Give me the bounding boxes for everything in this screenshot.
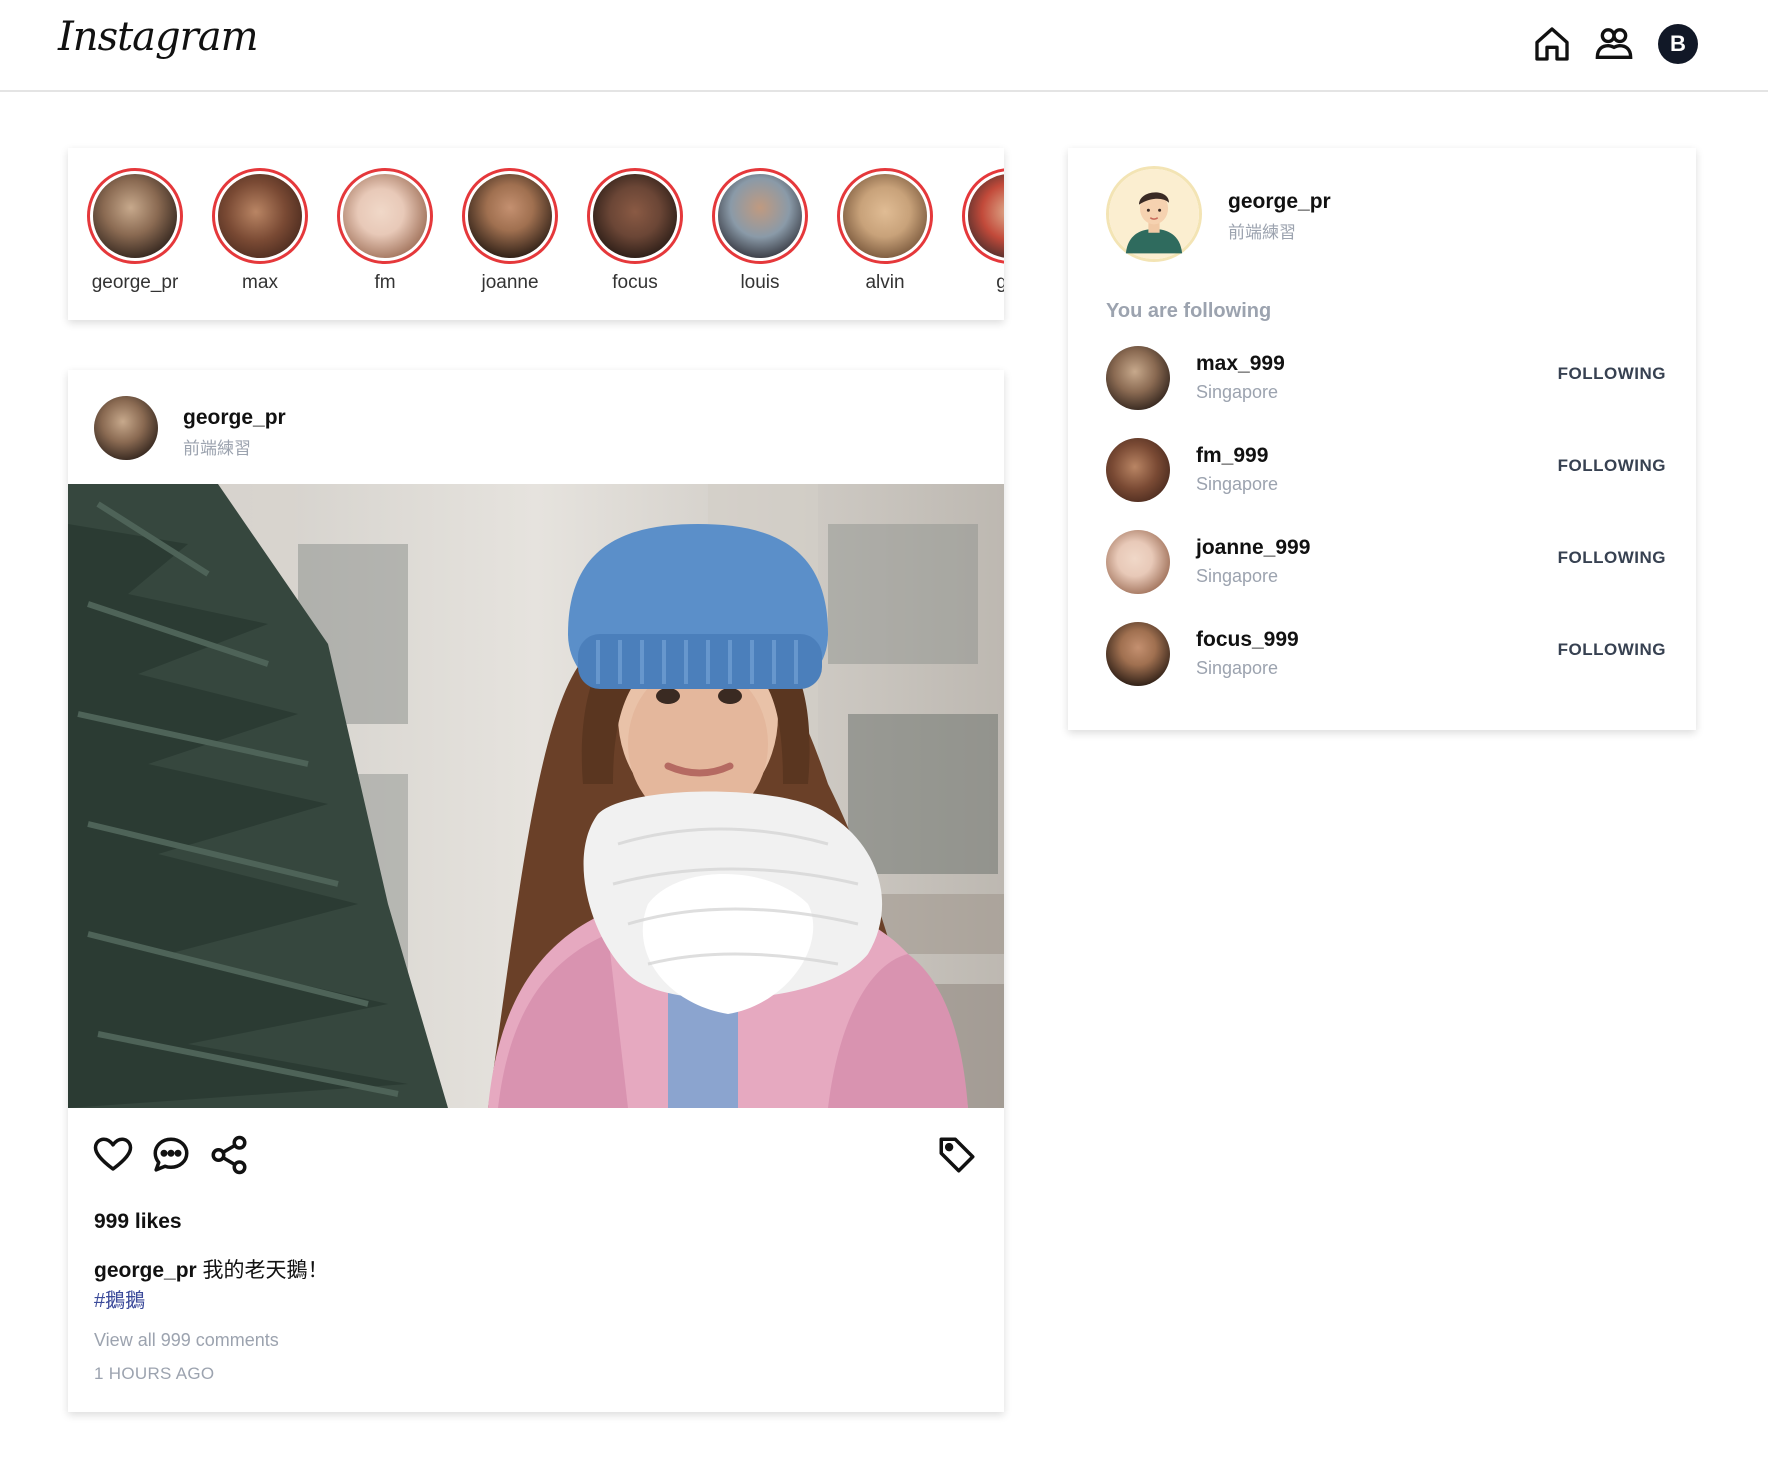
following-avatar[interactable] bbox=[1106, 346, 1170, 410]
hashtag-link[interactable]: #鵝鵝 bbox=[94, 1284, 145, 1313]
following-name[interactable]: joanne_999 bbox=[1196, 536, 1310, 560]
story-item[interactable]: louis bbox=[705, 168, 815, 294]
story-avatar bbox=[218, 174, 302, 258]
my-username[interactable]: george_pr bbox=[1228, 190, 1331, 214]
home-icon[interactable] bbox=[1532, 24, 1572, 64]
following-button[interactable]: FOLLOWING bbox=[1558, 456, 1666, 476]
story-ring bbox=[212, 168, 308, 264]
my-avatar[interactable] bbox=[1106, 166, 1202, 262]
story-item[interactable]: max bbox=[205, 168, 315, 294]
post-header: george_pr 前端練習 bbox=[68, 370, 1004, 484]
my-subtitle: 前端練習 bbox=[1228, 223, 1296, 242]
story-name: max bbox=[242, 272, 278, 293]
following-location: Singapore bbox=[1196, 566, 1279, 586]
sidebar-card: george_pr 前端練習 You are following max_999… bbox=[1068, 148, 1696, 730]
friends-icon[interactable] bbox=[1594, 24, 1634, 64]
following-avatar[interactable] bbox=[1106, 438, 1170, 502]
story-name: joanne bbox=[481, 272, 539, 293]
top-nav: Instagram B bbox=[0, 0, 1768, 92]
post-photo[interactable] bbox=[68, 484, 1004, 1108]
likes-count: 999 likes bbox=[94, 1210, 182, 1233]
story-avatar bbox=[718, 174, 802, 258]
story-item[interactable]: gra bbox=[955, 168, 1004, 294]
story-name: focus bbox=[612, 272, 658, 293]
comment-icon[interactable] bbox=[150, 1134, 192, 1176]
following-row: focus_999 Singapore FOLLOWING bbox=[1106, 620, 1666, 690]
profile-avatar[interactable]: B bbox=[1658, 24, 1698, 64]
following-location: Singapore bbox=[1196, 382, 1279, 402]
heart-icon[interactable] bbox=[92, 1134, 134, 1176]
story-item[interactable]: alvin bbox=[830, 168, 940, 294]
following-avatar[interactable] bbox=[1106, 530, 1170, 594]
following-avatar[interactable] bbox=[1106, 622, 1170, 686]
story-ring bbox=[962, 168, 1004, 264]
share-icon[interactable] bbox=[208, 1134, 250, 1176]
post-timestamp: 1 HOURS AGO bbox=[94, 1364, 215, 1383]
following-location: Singapore bbox=[1196, 658, 1279, 678]
caption-author[interactable]: george_pr bbox=[94, 1259, 197, 1282]
following-location: Singapore bbox=[1196, 474, 1279, 494]
story-item[interactable]: focus bbox=[580, 168, 690, 294]
story-avatar bbox=[593, 174, 677, 258]
story-name: louis bbox=[740, 272, 780, 293]
story-avatar bbox=[968, 174, 1004, 258]
post-caption: george_pr 我的老天鵝！ bbox=[94, 1254, 329, 1284]
story-avatar bbox=[843, 174, 927, 258]
following-name[interactable]: focus_999 bbox=[1196, 628, 1299, 652]
following-button[interactable]: FOLLOWING bbox=[1558, 364, 1666, 384]
post-author-name[interactable]: george_pr bbox=[183, 406, 286, 430]
story-ring bbox=[87, 168, 183, 264]
following-row: fm_999 Singapore FOLLOWING bbox=[1106, 436, 1666, 506]
post-card: george_pr 前端練習 999 likes george_pr 我的老天鵝… bbox=[68, 370, 1004, 1412]
story-name: george_pr bbox=[91, 272, 179, 293]
following-button[interactable]: FOLLOWING bbox=[1558, 548, 1666, 568]
story-avatar bbox=[468, 174, 552, 258]
story-ring bbox=[837, 168, 933, 264]
instagram-logo[interactable]: Instagram bbox=[58, 14, 259, 60]
tag-icon[interactable] bbox=[936, 1134, 978, 1176]
story-ring bbox=[462, 168, 558, 264]
story-item[interactable]: fm bbox=[330, 168, 440, 294]
story-avatar bbox=[93, 174, 177, 258]
story-name: gra bbox=[996, 272, 1004, 293]
story-ring bbox=[712, 168, 808, 264]
following-button[interactable]: FOLLOWING bbox=[1558, 640, 1666, 660]
story-name: alvin bbox=[865, 272, 905, 293]
caption-text: 我的老天鵝！ bbox=[196, 1259, 329, 1282]
following-row: joanne_999 Singapore FOLLOWING bbox=[1106, 528, 1666, 598]
story-ring bbox=[587, 168, 683, 264]
following-name[interactable]: max_999 bbox=[1196, 352, 1285, 376]
post-author-subtitle: 前端練習 bbox=[183, 439, 251, 458]
story-item[interactable]: joanne bbox=[455, 168, 565, 294]
following-name[interactable]: fm_999 bbox=[1196, 444, 1268, 468]
following-heading: You are following bbox=[1106, 300, 1272, 322]
story-item[interactable]: george_pr bbox=[80, 168, 190, 294]
stories-bar: george_pr max fm joanne focus louis alvi… bbox=[68, 148, 1004, 320]
story-ring bbox=[337, 168, 433, 264]
story-name: fm bbox=[374, 272, 396, 293]
following-row: max_999 Singapore FOLLOWING bbox=[1106, 344, 1666, 414]
post-author-avatar[interactable] bbox=[94, 396, 158, 460]
view-comments-link[interactable]: View all 999 comments bbox=[94, 1330, 279, 1351]
story-avatar bbox=[343, 174, 427, 258]
